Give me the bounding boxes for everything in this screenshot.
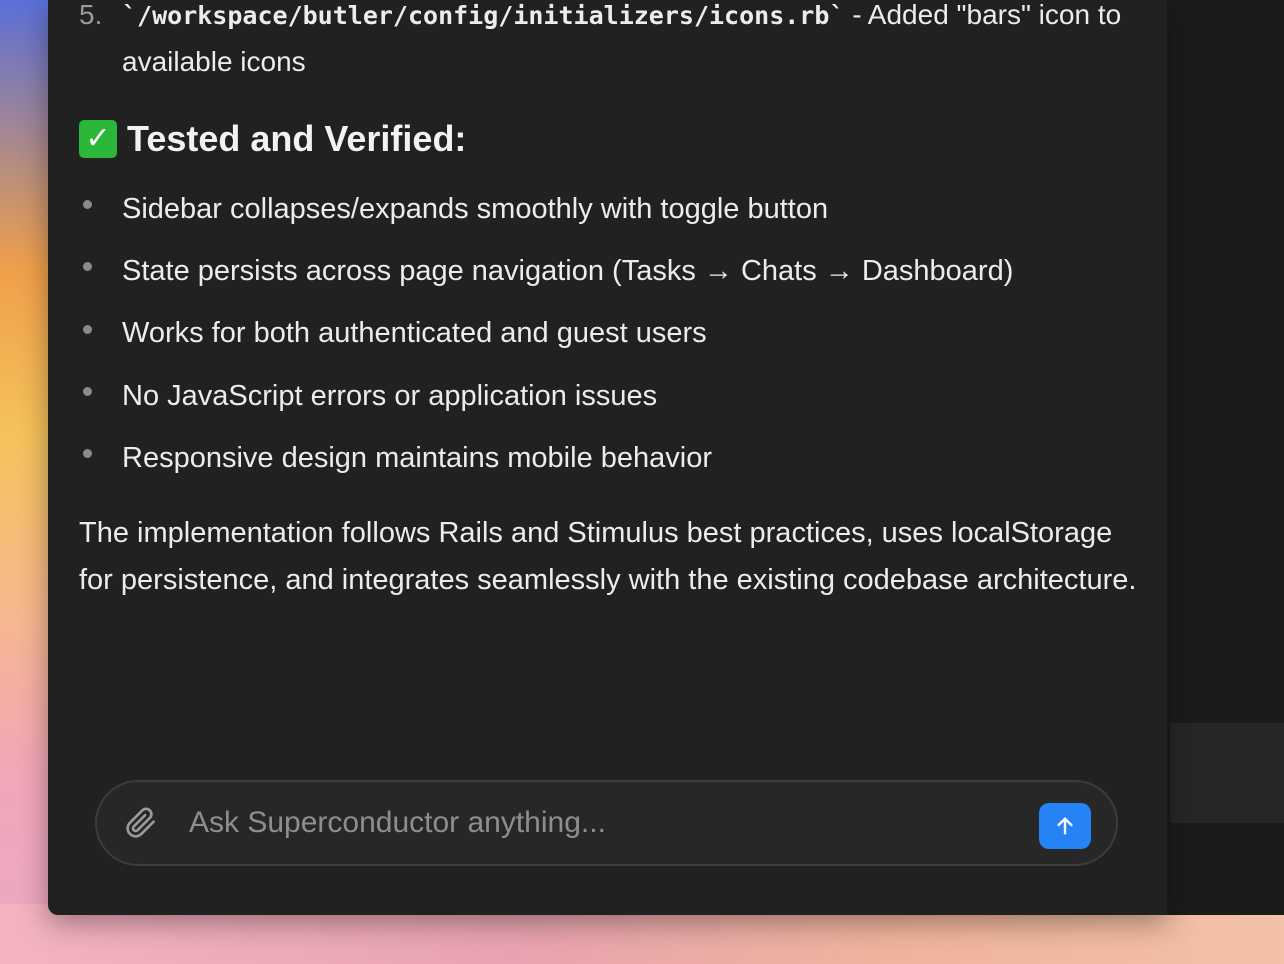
list-item-text: Works for both authenticated and guest u… [122,317,707,350]
list-item-text: Sidebar collapses/expands smoothly with … [122,192,829,225]
section-heading: ✓ Tested and Verified: [79,118,466,160]
list-item-text: No JavaScript errors or application issu… [122,379,658,412]
bullet-icon [83,324,92,334]
list-item: Sidebar collapses/expands smoothly with … [79,178,1149,240]
list-item-text: Responsive design maintains mobile behav… [122,441,712,474]
bullet-icon [83,262,92,272]
verified-list: Sidebar collapses/expands smoothly with … [79,178,1149,489]
list-item: State persists across page navigation (T… [79,240,1149,302]
list-item-text: State persists across page navigation (T… [122,254,1014,287]
send-button[interactable] [1039,803,1091,849]
bullet-icon [83,449,92,459]
message-composer [95,780,1118,866]
list-item: Works for both authenticated and guest u… [79,303,1149,365]
section-heading-text: Tested and Verified: [127,118,467,159]
paperclip-icon[interactable] [125,807,157,839]
chat-window: 5. `/workspace/butler/config/initializer… [48,0,1167,915]
bullet-icon [83,387,92,397]
arrow-up-icon [1057,817,1073,835]
message-input[interactable] [189,800,1009,846]
bullet-icon [83,200,92,210]
list-item: No JavaScript errors or application issu… [79,365,1149,427]
list-number: 5. [79,0,103,30]
right-side-panel-block [1170,723,1284,823]
list-item-text: `/workspace/butler/config/initializers/i… [79,0,1139,85]
inline-code: `/workspace/butler/config/initializers/i… [122,1,845,30]
summary-paragraph: The implementation follows Rails and Sti… [79,517,1137,596]
list-item: Responsive design maintains mobile behav… [79,427,1149,489]
numbered-list-item: 5. `/workspace/butler/config/initializer… [79,0,1139,85]
check-mark-button-icon: ✓ [79,120,117,158]
